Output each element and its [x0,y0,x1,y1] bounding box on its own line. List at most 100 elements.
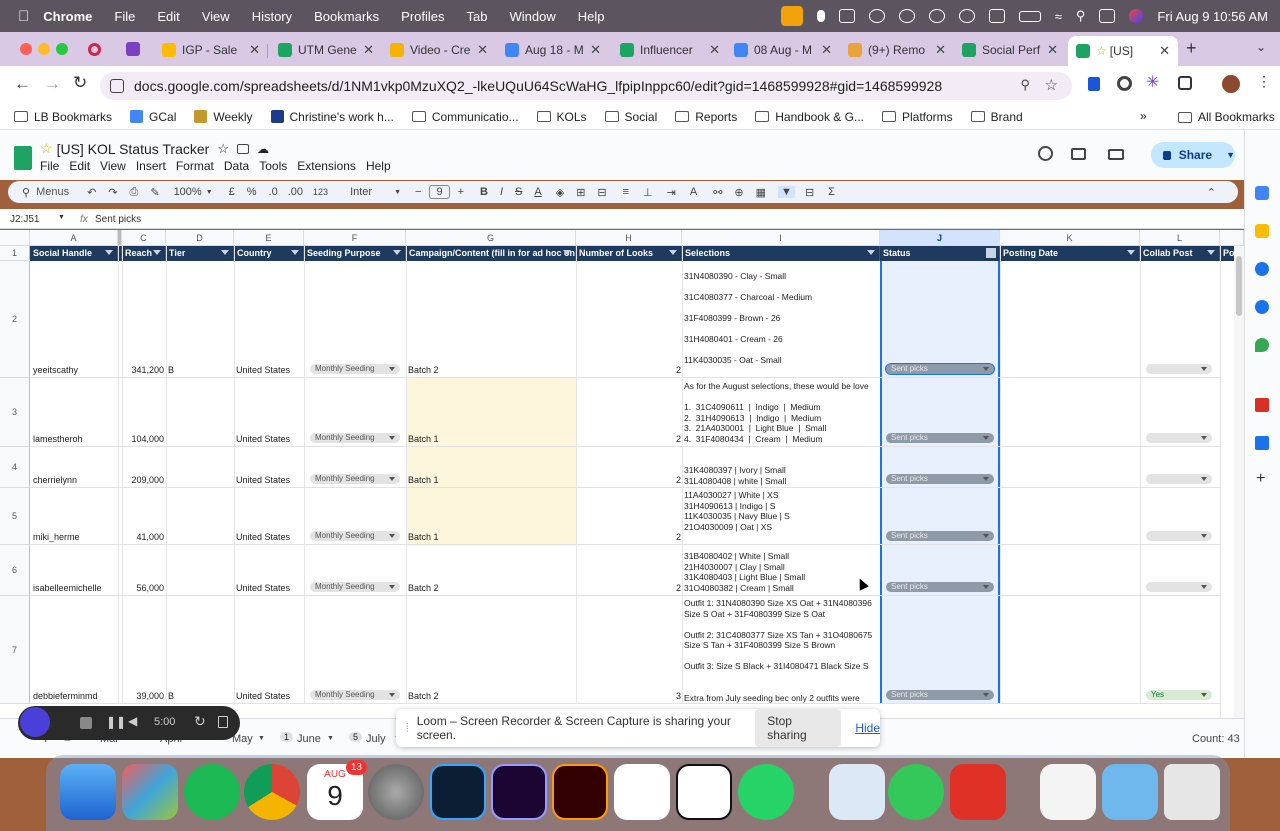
column-header-d[interactable]: D [166,230,234,246]
column-header-g[interactable]: G [406,230,576,246]
profile-avatar[interactable] [1222,75,1240,93]
cell-handle[interactable]: debbieferminmd [33,691,98,701]
redo-icon[interactable]: ↷ [108,186,117,199]
header-country[interactable]: Country [234,246,304,261]
seeding-purpose-dropdown[interactable]: Monthly Seeding [310,364,400,374]
cell-selections[interactable]: Outfit 1: 31N4080390 Size XS Oat + 31N40… [684,598,872,714]
bookmark-extension-icon[interactable] [1088,77,1100,91]
addon2-icon[interactable] [1255,436,1269,450]
paint-format-icon[interactable]: ✎ [150,186,159,199]
row-header-6[interactable]: 6 [0,545,30,596]
status-dropdown[interactable]: Sent picks [886,474,994,484]
cell-reach[interactable]: 209,000 [122,475,164,485]
menu-format[interactable]: Format [176,159,214,173]
seeding-purpose-dropdown[interactable]: Monthly Seeding [310,582,400,592]
bookmark-lb[interactable]: LB Bookmarks [14,110,112,124]
close-tab-icon[interactable]: ✕ [815,42,832,58]
cell-country[interactable]: United States [236,365,290,375]
premiere-icon[interactable] [491,764,547,820]
chat-icon[interactable] [868,9,885,23]
italic-icon[interactable]: I [500,186,503,198]
valign-icon[interactable]: ⊥ [643,186,653,199]
column-header-e[interactable]: E [234,230,304,246]
photoshop-icon[interactable] [430,764,486,820]
cell-reach[interactable]: 56,000 [122,583,164,593]
apple-icon[interactable]:  [18,8,29,25]
number-format-button[interactable]: 123 [313,187,328,197]
tab-igp-sale[interactable]: IGP - Sale ✕ [162,38,260,62]
font-select[interactable]: Inter [350,186,372,198]
search-menus-input[interactable]: Menus [36,186,69,198]
notion-icon[interactable] [676,764,732,820]
cell-reach[interactable]: 341,200 [122,365,164,375]
menubar-edit[interactable]: Edit [157,9,179,24]
slack-icon[interactable] [614,764,670,820]
cell-selections[interactable]: 31K4080397 | Ivory | Small 31L4080408 | … [684,465,786,486]
tab-aug18[interactable]: Aug 18 - M ✕ [505,38,601,62]
seeding-purpose-dropdown[interactable]: Monthly Seeding [310,474,400,484]
status-dropdown[interactable]: Sent picks [886,531,994,541]
keep-icon[interactable] [1255,224,1269,238]
bookmark-reports[interactable]: Reports [675,110,737,124]
cell-handle[interactable]: miki_herme [33,532,80,542]
new-tab-button[interactable]: + [1186,38,1197,59]
search-icon[interactable]: ⚲ [1076,8,1086,24]
bookmark-christine[interactable]: Christine's work h... [270,110,394,124]
extension-gear-icon[interactable] [1117,76,1132,91]
calendar-icon[interactable] [1255,186,1269,200]
table-row[interactable]: lamestheroh 104,000 United States Monthl… [30,378,1220,447]
menu-help[interactable]: Help [366,159,391,173]
collab-post-dropdown[interactable] [1146,364,1212,374]
cell-country[interactable]: United States [236,475,290,485]
vertical-scrollbar[interactable] [1234,246,1244,718]
tasks-icon[interactable] [1255,262,1269,276]
row-header-4[interactable]: 4 [0,447,30,488]
cell-looks[interactable]: 3 [676,691,681,701]
table-row[interactable]: cherrielynn 209,000 United States Monthl… [30,447,1220,488]
cell-country[interactable]: United States [236,583,290,593]
rotate-icon[interactable]: A [690,186,697,198]
increase-decimal-button[interactable]: .00 [288,186,303,198]
star-icon[interactable]: ☆ [40,140,53,157]
cell-campaign[interactable]: Batch 1 [408,532,439,542]
close-window-button[interactable] [20,43,32,55]
fill-color-icon[interactable]: ◈ [556,186,564,199]
bookmark-gcal[interactable]: GCal [130,110,176,124]
tab-remote[interactable]: (9+) Remo ✕ [848,38,946,62]
cell-tier[interactable]: B [168,365,174,375]
zoom-select[interactable]: 100% [174,186,202,198]
drag-handle-icon[interactable]: ⦙ [406,721,409,736]
bookmark-social[interactable]: Social [604,110,657,124]
bookmark-kols[interactable]: KOLs [536,110,587,124]
active-filter-icon[interactable] [986,248,996,258]
functions-icon[interactable]: Σ [828,186,835,198]
header-status[interactable]: Status [880,246,1000,261]
cell-country[interactable]: United States [236,691,290,701]
cell-looks[interactable]: 2 [676,365,681,375]
control-center-icon[interactable] [1099,9,1116,23]
close-tab-icon[interactable]: ✕ [703,42,720,58]
tab-us-kol-active[interactable]: ☆ [US] ✕ [1068,36,1178,66]
column-header-h[interactable]: H [576,230,682,246]
bold-icon[interactable]: B [480,186,488,198]
messages-icon[interactable] [888,764,944,820]
menubar-file[interactable]: File [114,9,135,24]
spreadsheet-grid[interactable]: A C D E F G H I J K L 1 Social Handle Re… [0,230,1244,718]
filter-icon[interactable] [153,250,161,255]
meet-icon[interactable] [1108,149,1124,160]
tab-influencer[interactable]: Influencer ✕ [620,38,720,62]
cell-campaign[interactable]: Batch 1 [408,475,439,485]
cell-handle[interactable]: cherrielynn [33,475,77,485]
chevron-down-icon[interactable]: ▼ [206,189,213,196]
menubar-app-name[interactable]: Chrome [43,9,92,24]
document-stack-icon[interactable] [1040,764,1096,820]
move-folder-icon[interactable] [236,143,249,154]
filter-icon[interactable]: ▼ [778,186,795,198]
whatsapp-icon[interactable] [738,764,794,820]
name-box[interactable]: J2:J51 [10,214,39,225]
header-tier[interactable]: Tier [166,246,234,261]
collab-post-dropdown[interactable] [1146,474,1212,484]
header-social-handle[interactable]: Social Handle [30,246,118,261]
menu-extensions[interactable]: Extensions [297,159,356,173]
menu-edit[interactable]: Edit [69,159,90,173]
